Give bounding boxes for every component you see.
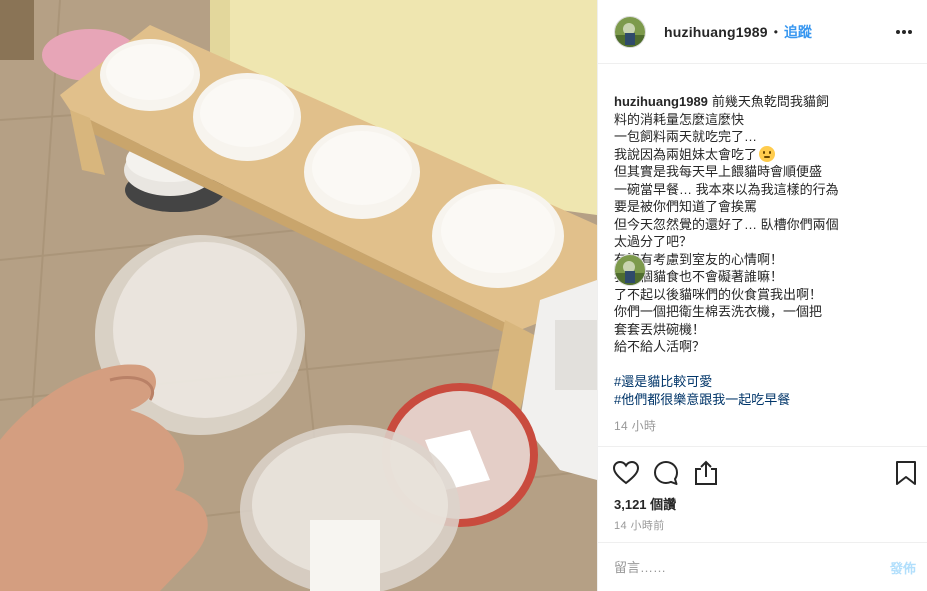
separator-dot: •: [773, 24, 778, 39]
worried-face-emoji: [759, 145, 776, 162]
heart-icon[interactable]: [612, 459, 640, 487]
caption-line: 你們一個把衛生棉丟洗衣機，一個把: [614, 304, 823, 319]
caption-line: 但其實是我每天早上餵貓時會順便盛: [614, 164, 823, 179]
follow-button[interactable]: 追蹤: [784, 22, 812, 42]
action-bar: [598, 446, 927, 498]
post-photo[interactable]: [0, 0, 597, 591]
photo-illustration: [0, 0, 597, 591]
comments-area: huzihuang1989 前幾天魚乾問我貓飼 料的消耗量怎麼這麼快 一包飼料兩天…: [598, 65, 927, 445]
caption-line: 一碗當早餐… 我本來以為我這樣的行為: [614, 181, 839, 197]
post-timestamp[interactable]: 14 小時前: [614, 517, 665, 533]
bookmark-icon[interactable]: [892, 459, 920, 487]
avatar[interactable]: [614, 254, 646, 286]
caption-line: 給不給人活啊？: [614, 339, 706, 354]
caption-line: 我說因為兩姐妹太會吃了: [614, 145, 912, 164]
comment-input[interactable]: [614, 559, 864, 575]
header-username[interactable]: huzihuang1989: [664, 24, 768, 40]
caption-line: 太過分了吧？: [614, 234, 693, 249]
post-comment-button[interactable]: 發佈: [890, 558, 916, 577]
hashtag-link[interactable]: #他們都很樂意跟我一起吃早餐: [614, 391, 912, 409]
share-icon[interactable]: [692, 459, 720, 487]
caption-timestamp[interactable]: 14 小時: [614, 418, 912, 436]
caption-line: 了不起以後貓咪們的伙食賞我出啊！: [614, 286, 823, 302]
caption-line: 但今天忽然覺的還好了… 臥槽你們兩個: [614, 216, 839, 232]
caption: huzihuang1989 前幾天魚乾問我貓飼 料的消耗量怎麼這麼快 一包飼料兩天…: [614, 93, 912, 436]
caption-line: 一包飼料兩天就吃完了…: [614, 129, 758, 144]
comment-icon[interactable]: [652, 459, 680, 487]
comment-bar: 發佈: [598, 542, 927, 591]
avatar[interactable]: [614, 15, 646, 48]
post-header: huzihuang1989 • 追蹤: [598, 0, 927, 64]
caption-line: huzihuang1989 前幾天魚乾問我貓飼: [614, 94, 829, 109]
like-count[interactable]: 3,121 個讚: [614, 494, 676, 513]
caption-line: 有沒有考慮到室友的心情啊！: [614, 251, 784, 267]
caption-line: 套套丟烘碗機！: [614, 321, 706, 337]
caption-line: 要是被你們知道了會挨罵: [614, 199, 758, 214]
caption-username[interactable]: huzihuang1989: [614, 94, 708, 109]
caption-line: 我吃個貓食也不會礙著誰嘛！: [614, 269, 784, 284]
hashtag-link[interactable]: #還是貓比較可愛: [614, 373, 912, 391]
more-options-icon[interactable]: [892, 22, 916, 42]
post-sidebar: huzihuang1989 • 追蹤 huzihuang1989 前幾天魚乾問我貓…: [597, 0, 927, 591]
caption-line: 料的消耗量怎麼這麼快: [614, 111, 745, 127]
